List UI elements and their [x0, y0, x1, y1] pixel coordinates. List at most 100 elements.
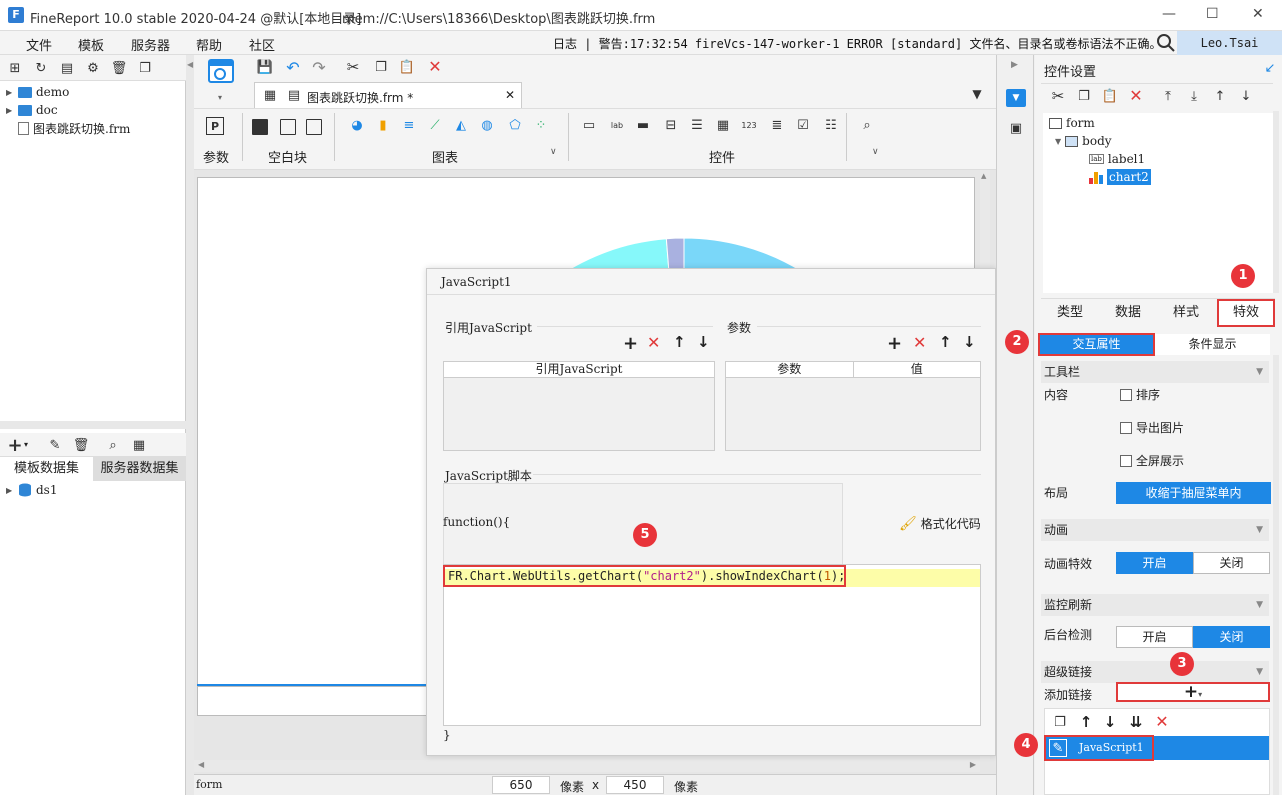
- checkbox-box[interactable]: [1120, 389, 1132, 401]
- textarea-widget-icon[interactable]: ≣: [768, 116, 786, 134]
- layout-drawer-option[interactable]: 收缩于抽屉菜单内: [1116, 482, 1271, 504]
- settings-icon[interactable]: ⚙: [84, 59, 102, 77]
- refresh-icon[interactable]: ↻: [32, 59, 50, 77]
- menu-community[interactable]: 社区: [249, 35, 275, 54]
- delete-icon[interactable]: ✕: [1127, 86, 1145, 105]
- dataset-edit-icon[interactable]: ▦: [130, 436, 148, 454]
- widget-settings-icon[interactable]: ▼: [1006, 89, 1026, 107]
- pin-icon[interactable]: ↙: [1261, 59, 1279, 77]
- redo-icon[interactable]: ↷: [310, 58, 328, 77]
- add-dataset-icon[interactable]: +: [6, 435, 24, 456]
- minimize-button[interactable]: —: [1162, 6, 1176, 22]
- search-widget-icon[interactable]: ⌕: [858, 116, 876, 134]
- move-down-icon[interactable]: ↓: [1237, 87, 1255, 105]
- collapse-node-icon[interactable]: ▼: [1055, 137, 1061, 146]
- collapse-section-icon[interactable]: ▼: [1256, 361, 1263, 383]
- number-widget-icon[interactable]: 123: [740, 116, 758, 134]
- delete-link-icon[interactable]: ✕: [1153, 712, 1171, 731]
- delete-icon[interactable]: ✕: [426, 57, 444, 76]
- collapse-section-icon[interactable]: ▼: [1256, 661, 1263, 683]
- date-widget-icon[interactable]: ▦: [714, 116, 732, 134]
- tree-item-doc[interactable]: ▶ doc: [6, 101, 58, 119]
- section-monitor[interactable]: 监控刷新 ▼: [1041, 594, 1269, 616]
- expand-icon[interactable]: ▶: [6, 88, 14, 97]
- preview-caret-icon[interactable]: ▾: [218, 93, 222, 102]
- user-name[interactable]: Leo.Tsai: [1177, 31, 1282, 55]
- component-library-icon[interactable]: ▣: [1007, 119, 1025, 137]
- button-widget-icon[interactable]: ▬: [634, 116, 652, 134]
- table-block-icon[interactable]: [306, 119, 322, 135]
- tab-effects[interactable]: 特效: [1217, 299, 1275, 327]
- ref-js-table[interactable]: 引用JavaScript: [443, 361, 715, 451]
- log-message[interactable]: 日志 | 警告:17:32:54 fireVcs-147-worker-1 ER…: [553, 35, 1161, 52]
- delete-param-icon[interactable]: ✕: [913, 333, 926, 352]
- checkbox-widget-icon[interactable]: ☑: [794, 116, 812, 134]
- column-chart-icon[interactable]: ≡: [400, 116, 418, 134]
- copy-icon[interactable]: ❐: [136, 59, 154, 77]
- tab-block-icon[interactable]: [280, 119, 296, 135]
- paste-icon[interactable]: 📋: [398, 58, 416, 76]
- add-param-icon[interactable]: +: [887, 333, 902, 354]
- cut-icon[interactable]: ✂: [344, 58, 362, 76]
- left-splitter[interactable]: ◀: [186, 55, 194, 795]
- tab-editor-file[interactable]: ▦ ▤ 图表跳跃切换.frm * ✕: [254, 82, 522, 108]
- move-bottom-icon[interactable]: ⤓: [1185, 87, 1203, 105]
- bar-chart-icon[interactable]: ▮: [374, 116, 392, 134]
- edit-link-icon[interactable]: ✎: [1049, 739, 1067, 757]
- add-ref-icon[interactable]: +: [623, 333, 638, 354]
- format-code-button[interactable]: 🖌 格式化代码: [899, 515, 981, 532]
- preview-icon[interactable]: ⌕: [104, 436, 122, 454]
- move-down-link-icon[interactable]: ↓: [1101, 713, 1119, 731]
- tab-style[interactable]: 样式: [1157, 299, 1215, 327]
- tree-node-body[interactable]: ▼ body: [1055, 134, 1112, 148]
- collapse-section-icon[interactable]: ▼: [1256, 594, 1263, 616]
- sort-link-icon[interactable]: ⇊: [1127, 713, 1145, 731]
- tree-node-chart2[interactable]: chart2: [1089, 169, 1151, 185]
- monitor-on-button[interactable]: 开启: [1116, 626, 1193, 648]
- move-up-icon[interactable]: ↑: [1211, 87, 1229, 105]
- canvas-horizontal-scrollbar[interactable]: ◀ ▶: [194, 760, 980, 772]
- checkbox-box[interactable]: [1120, 455, 1132, 467]
- copy-icon[interactable]: ❐: [1075, 87, 1093, 105]
- checkbox-group-icon[interactable]: ☷: [822, 116, 840, 134]
- paste-icon[interactable]: 📋: [1101, 87, 1119, 105]
- label-widget-icon[interactable]: lab: [608, 116, 626, 134]
- collapse-section-icon[interactable]: ▼: [1256, 519, 1263, 541]
- cut-icon[interactable]: ✂: [1049, 87, 1067, 105]
- delete-icon[interactable]: 🗑: [72, 436, 90, 454]
- textbox-widget-icon[interactable]: ▭: [580, 116, 598, 134]
- tab-template-dataset[interactable]: 模板数据集: [0, 457, 93, 481]
- radar-chart-icon[interactable]: ⬠: [506, 116, 524, 134]
- widget-more-icon[interactable]: ∨: [872, 147, 879, 157]
- scatter-chart-icon[interactable]: ⁘: [532, 116, 550, 134]
- canvas-height-input[interactable]: 450: [606, 776, 664, 794]
- move-up-ref-icon[interactable]: ↑: [673, 333, 686, 351]
- subtab-condition-display[interactable]: 条件显示: [1155, 334, 1270, 355]
- undo-icon[interactable]: ↶: [284, 58, 302, 77]
- delete-icon[interactable]: 🗑: [110, 59, 128, 77]
- move-top-icon[interactable]: ⤒: [1159, 87, 1177, 105]
- horizontal-splitter[interactable]: [0, 421, 186, 429]
- subtab-interaction[interactable]: 交互属性: [1038, 333, 1155, 356]
- collapse-right-icon[interactable]: ▶: [1011, 60, 1018, 70]
- pie-chart-icon[interactable]: ◕: [348, 116, 366, 134]
- monitor-off-button[interactable]: 关闭: [1193, 626, 1270, 648]
- copy-link-icon[interactable]: ❐: [1051, 713, 1069, 731]
- copy-icon[interactable]: ❐: [372, 58, 390, 76]
- dropdown-caret-icon[interactable]: ▾: [24, 440, 28, 449]
- move-up-param-icon[interactable]: ↑: [939, 333, 952, 351]
- absolute-block-icon[interactable]: [252, 119, 268, 135]
- line-chart-icon[interactable]: ⟋: [426, 116, 444, 134]
- grid-icon[interactable]: ▦: [261, 86, 279, 104]
- move-down-param-icon[interactable]: ↓: [963, 333, 976, 351]
- maximize-button[interactable]: ☐: [1206, 6, 1219, 22]
- delete-ref-icon[interactable]: ✕: [647, 333, 660, 352]
- menu-file[interactable]: 文件: [26, 35, 52, 54]
- area-chart-icon[interactable]: ◭: [452, 116, 470, 134]
- menu-help[interactable]: 帮助: [196, 35, 222, 54]
- tab-server-dataset[interactable]: 服务器数据集: [93, 457, 186, 481]
- section-animation[interactable]: 动画 ▼: [1041, 519, 1269, 541]
- close-button[interactable]: ✕: [1252, 6, 1264, 22]
- combo-widget-icon[interactable]: ⊟: [662, 116, 680, 134]
- search-icon[interactable]: [1156, 33, 1176, 56]
